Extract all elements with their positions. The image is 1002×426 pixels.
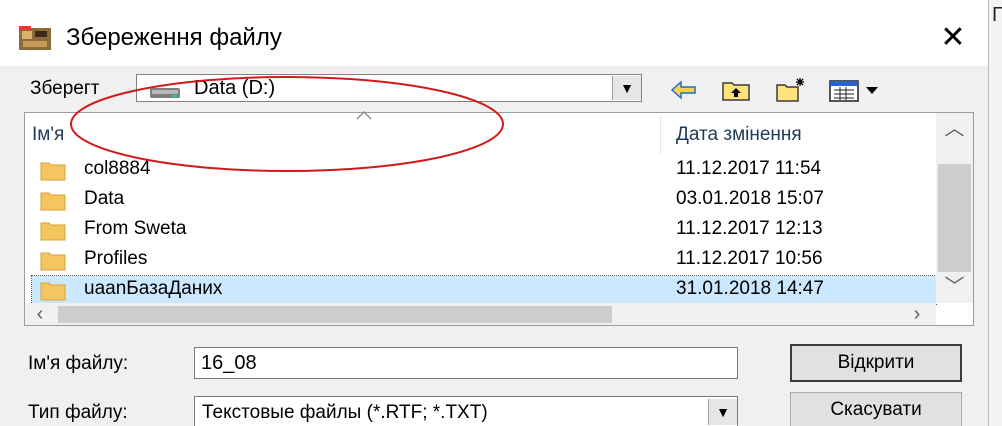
chevron-down-icon[interactable]: ▼ [708,399,737,425]
column-divider[interactable] [660,116,661,154]
file-name: From Sweta [84,218,187,239]
save-file-dialog: Збереження файлу ✕ Зберегт Data (D:) ▼ І… [0,0,989,426]
chevron-down-icon[interactable]: ▼ [612,76,641,100]
file-row[interactable]: Data 03.01.2018 15:07 [32,186,936,214]
back-icon[interactable] [668,76,700,104]
cancel-button[interactable]: Скасувати [790,392,962,426]
column-header-name[interactable]: Ім'я [32,124,64,146]
folder-icon [40,192,66,211]
filename-input[interactable] [194,347,738,379]
folder-icon [40,282,66,301]
file-row-selected[interactable]: uaanБазаДаних 31.01.2018 14:47 [31,275,937,305]
dialog-title: Збереження файлу [66,24,282,51]
annotation-ellipse [70,76,504,172]
file-row[interactable]: From Sweta 11.12.2017 12:13 [32,216,936,244]
background-window-edge [988,0,1002,426]
close-button[interactable]: ✕ [930,18,976,58]
file-date: 11.12.2017 12:13 [676,218,823,239]
file-date: 31.01.2018 14:47 [676,278,824,299]
column-header-date[interactable]: Дата змінення [676,124,802,146]
scroll-down-icon[interactable]: ﹀ [936,272,973,302]
filetype-value: Текстовые файлы (*.RTF; *.TXT) [202,402,488,423]
up-folder-icon[interactable] [720,76,752,104]
scroll-up-icon[interactable]: ︿ [936,113,973,145]
filetype-label: Тип файлу: [28,402,128,423]
file-row[interactable]: Profiles 11.12.2017 10:56 [32,246,936,274]
app-icon [19,26,51,50]
scroll-left-icon[interactable]: ‹ [25,303,55,325]
file-date: 11.12.2017 10:56 [676,248,823,269]
vertical-scroll-thumb[interactable] [938,164,971,272]
new-folder-icon[interactable] [774,76,806,104]
scroll-right-icon[interactable]: › [900,303,934,325]
filename-label: Ім'я файлу: [28,353,129,374]
folder-icon [40,252,66,271]
file-name: uaanБазаДаних [84,278,223,299]
folder-icon [40,162,66,181]
file-date: 11.12.2017 11:54 [676,158,822,179]
horizontal-scroll-thumb[interactable] [58,306,612,323]
background-window-text: Г [992,4,1002,26]
file-name: Data [84,188,125,209]
folder-icon [40,222,66,241]
view-menu-icon[interactable] [826,76,888,104]
open-button[interactable]: Відкрити [790,344,962,382]
file-date: 03.01.2018 15:07 [676,188,824,209]
file-name: Profiles [84,248,148,269]
